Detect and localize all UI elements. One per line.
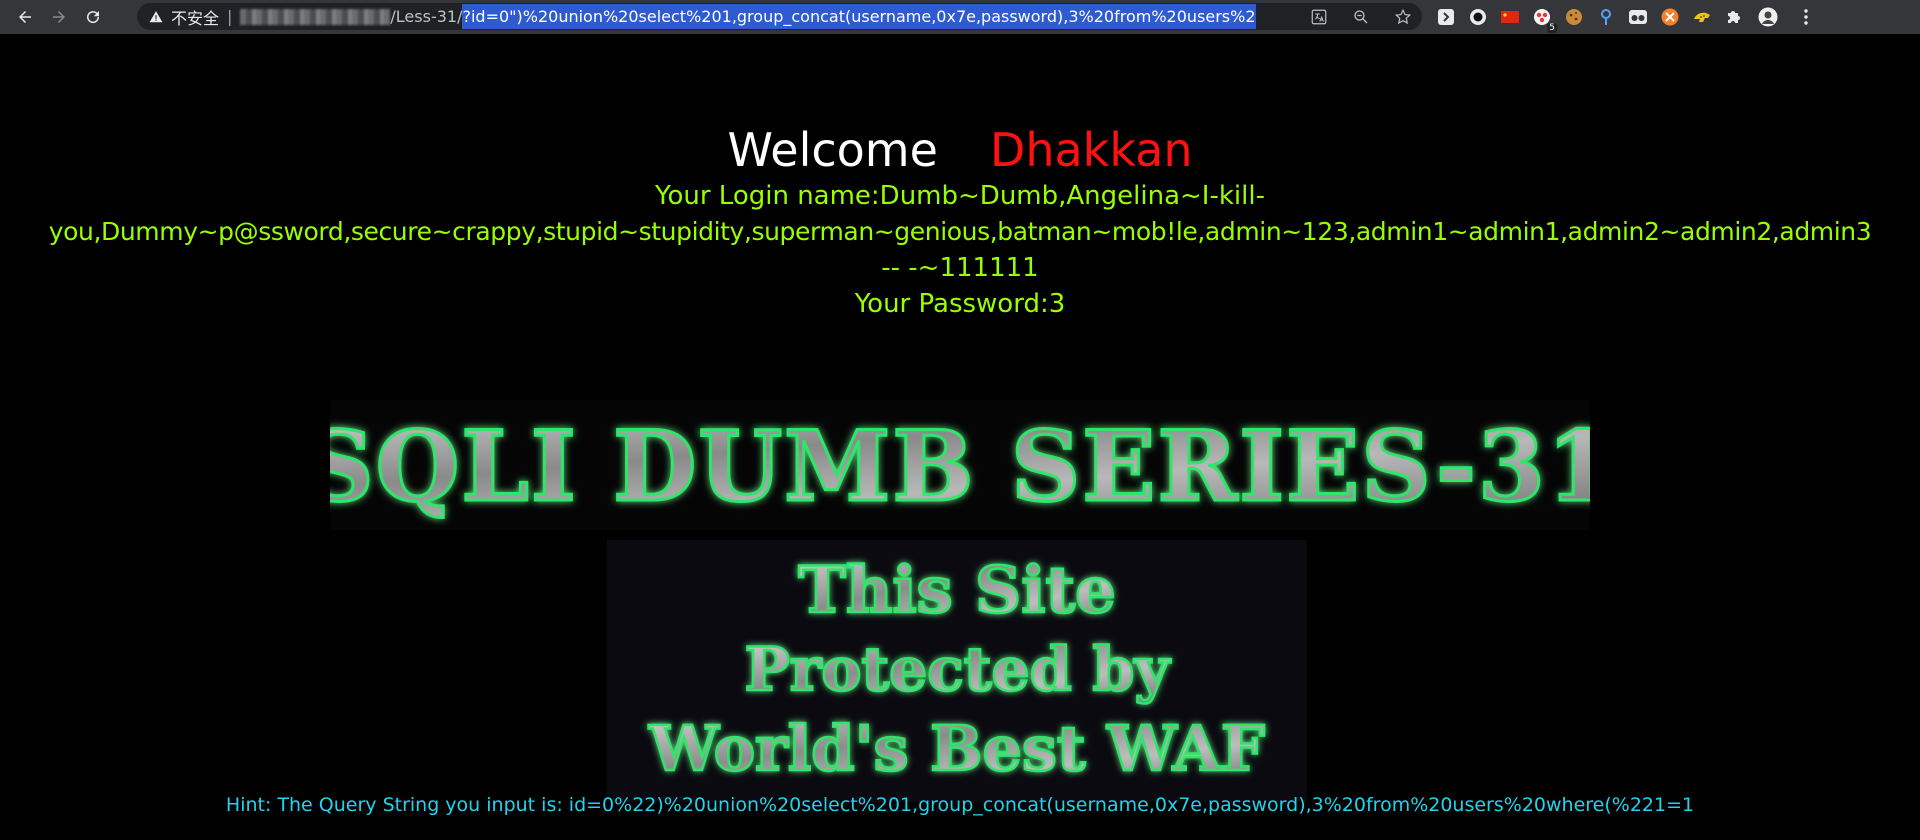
redacted-host: [240, 8, 391, 25]
welcome-text: Welcome: [727, 123, 938, 177]
ext-dots[interactable]: 5: [1532, 7, 1557, 33]
zoom-out-icon: [1354, 9, 1368, 23]
ext-orange-icon: [1661, 8, 1679, 26]
ext-circle[interactable]: [1468, 7, 1488, 27]
translate-icon: [1311, 9, 1327, 24]
ext-arrow[interactable]: [1436, 7, 1456, 27]
ext-badge: 5: [1547, 23, 1557, 33]
browser-toolbar: 不安全 | /Less-31/ ?id=0")%20union%20select…: [0, 0, 1920, 34]
password-line: Your Password:3: [854, 289, 1066, 319]
profile-avatar-icon: [1758, 7, 1778, 27]
waf-line-3: World's Best WAF: [648, 712, 1265, 785]
ext-pin[interactable]: [1596, 7, 1616, 27]
ext-puzzle[interactable]: [1724, 7, 1744, 27]
scrollbar-track[interactable]: [1908, 34, 1920, 840]
url-separator: |: [227, 7, 233, 26]
url-query-selected[interactable]: ?id=0")%20union%20select%201,group_conca…: [462, 4, 1256, 29]
waf-line-1: This Site: [798, 553, 1116, 628]
ext-arrow-icon: [1438, 9, 1454, 25]
back-arrow-icon: [19, 11, 31, 23]
ext-pin-icon: [1601, 9, 1611, 25]
menu-icon: [1804, 9, 1808, 25]
page-content: Welcome Dhakkan Your Login name:Dumb~Dumb…: [0, 34, 1920, 840]
browser-menu-button[interactable]: [1796, 7, 1816, 27]
username-text: Dhakkan: [989, 123, 1193, 177]
ext-cookie-icon: [1566, 9, 1582, 25]
profile-avatar[interactable]: [1758, 7, 1778, 27]
bookmark-button[interactable]: [1390, 4, 1416, 30]
banner-text: SQLI DUMB SERIES-31: [330, 410, 1590, 523]
extensions-bar: 5: [1430, 0, 1822, 34]
query-hint: Hint: The Query String you input is: id=…: [225, 794, 1695, 816]
omnibox-actions: [1284, 3, 1416, 30]
login-name-line-3: -- -~111111: [881, 253, 1039, 283]
back-button[interactable]: [10, 2, 40, 32]
welcome-heading: Welcome Dhakkan: [0, 122, 1920, 178]
ext-circle-icon: [1470, 9, 1486, 25]
ext-cheetah[interactable]: [1692, 7, 1712, 27]
ext-glasses-icon: [1629, 10, 1647, 24]
reload-icon: [87, 11, 100, 24]
warning-icon: [149, 10, 163, 22]
ext-orange[interactable]: [1660, 7, 1680, 27]
forward-button[interactable]: [44, 2, 74, 32]
login-result: Your Login name:Dumb~Dumb,Angelina~I-kil…: [0, 178, 1920, 322]
ext-cheetah-icon: [1694, 12, 1710, 22]
url-path: /Less-31/: [390, 7, 463, 26]
series-banner: SQLI DUMB SERIES-31: [303, 400, 1615, 530]
login-name-line-2: you,Dummy~p@ssword,secure~crappy,stupid~…: [48, 217, 1872, 246]
login-name-line-1: Your Login name:Dumb~Dumb,Angelina~I-kil…: [655, 181, 1265, 211]
forward-arrow-icon: [53, 11, 65, 23]
star-icon: [1394, 8, 1412, 24]
ext-flag[interactable]: [1500, 7, 1520, 27]
series-banner-graphic: SQLI DUMB SERIES-31: [303, 409, 1615, 525]
waf-banner-graphic: This Site Protected by World's Best WAF: [647, 552, 1266, 787]
reload-button[interactable]: [78, 2, 108, 32]
waf-banner: This Site Protected by World's Best WAF: [607, 540, 1307, 802]
zoom-button[interactable]: [1348, 4, 1374, 30]
address-bar[interactable]: 不安全 | /Less-31/ ?id=0")%20union%20select…: [137, 3, 1422, 30]
ext-cookie[interactable]: [1564, 7, 1584, 27]
ext-puzzle-icon: [1728, 11, 1740, 23]
ext-glasses[interactable]: [1628, 7, 1648, 27]
translate-button[interactable]: [1306, 4, 1332, 30]
ext-flag-icon: [1501, 11, 1519, 23]
insecure-label: 不安全: [171, 8, 220, 28]
waf-line-2: Protected by: [745, 635, 1172, 705]
